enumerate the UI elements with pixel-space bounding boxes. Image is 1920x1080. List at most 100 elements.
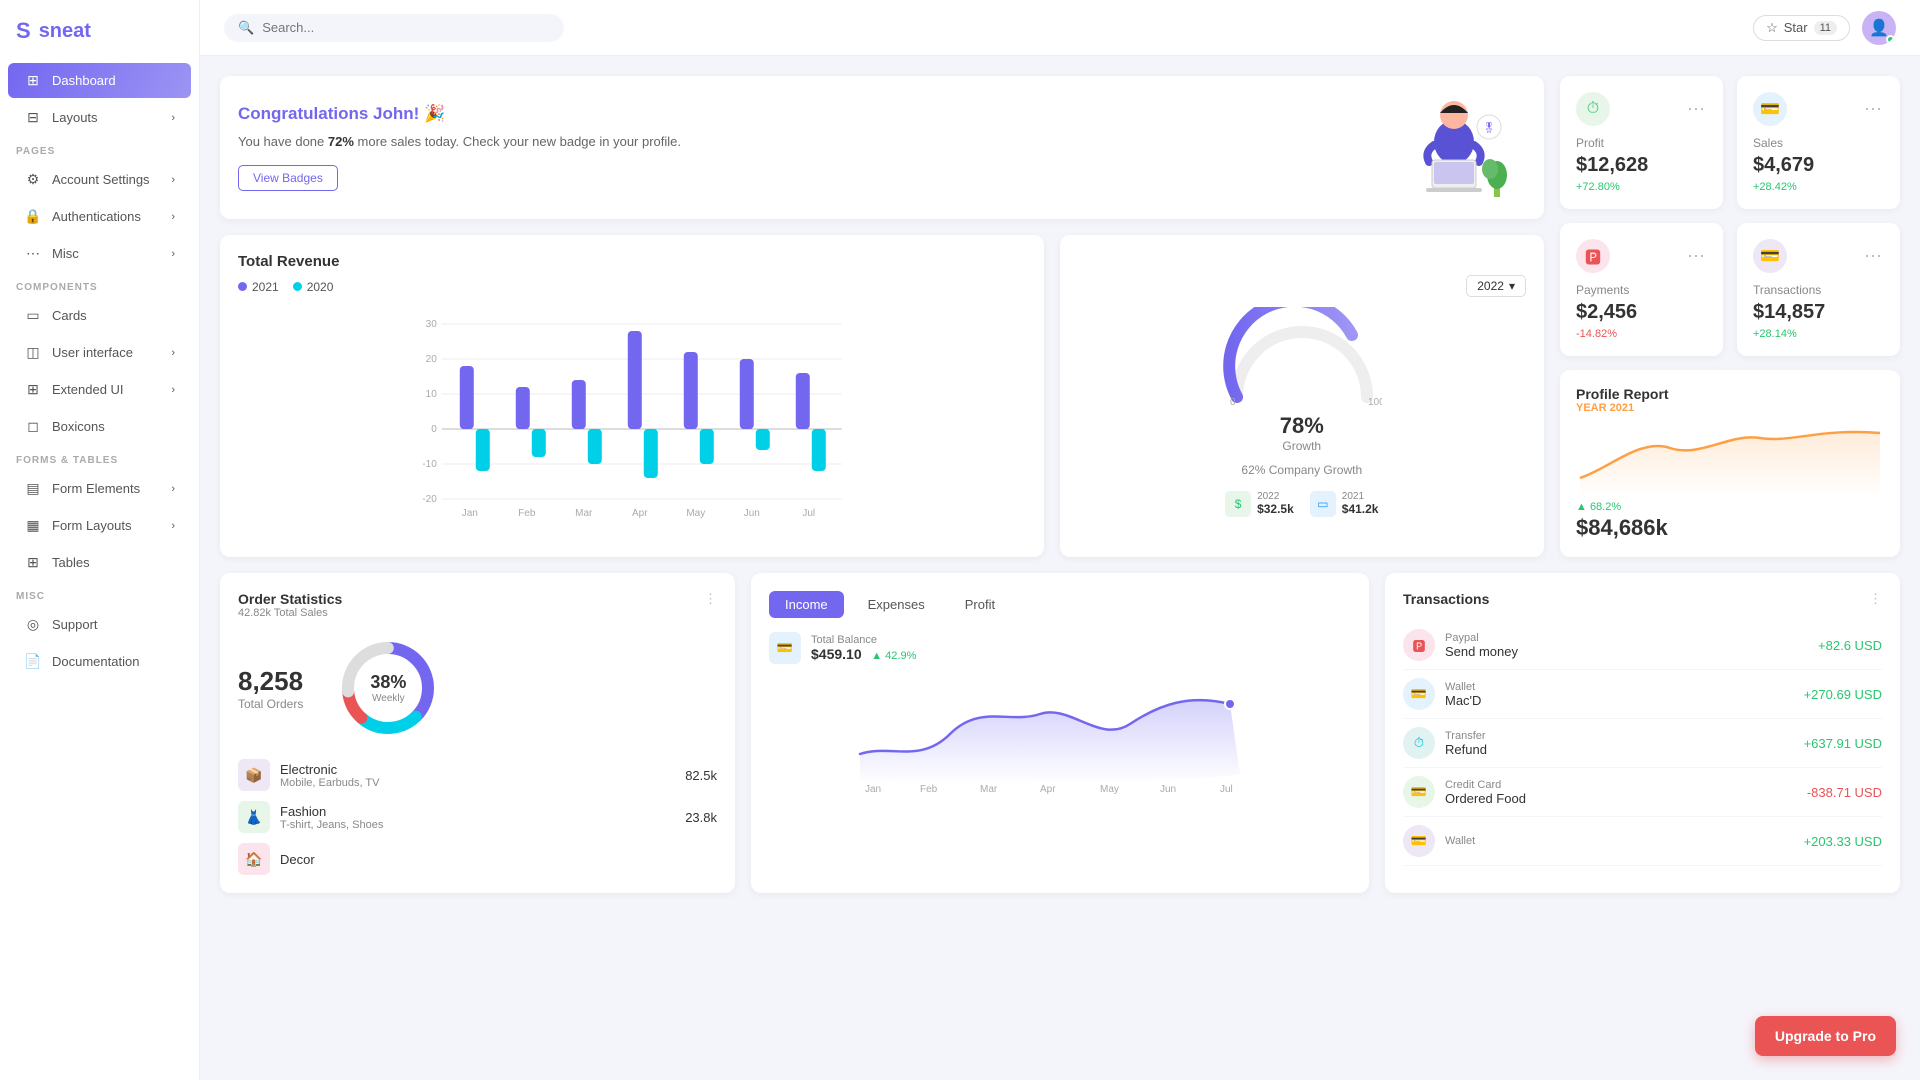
star-count: 11 <box>1814 21 1837 35</box>
sidebar-item-boxicons[interactable]: ◻ Boxicons <box>8 409 191 444</box>
year-2021-value: $41.2k <box>1342 502 1379 516</box>
congrats-banner: Congratulations John! 🎉 You have done 72… <box>220 76 1544 219</box>
tables-icon: ⊞ <box>24 554 42 571</box>
wallet-icon: 💳 <box>1403 678 1435 710</box>
sidebar-item-user-interface[interactable]: ◫ User interface › <box>8 335 191 370</box>
sidebar-item-label: Misc <box>52 246 79 261</box>
electronic-icon: 📦 <box>238 759 270 791</box>
fashion-icon: 👗 <box>238 801 270 833</box>
star-button[interactable]: ☆ Star 11 <box>1753 15 1850 41</box>
sidebar-item-label: Form Elements <box>52 481 140 496</box>
extended-ui-icon: ⊞ <box>24 381 42 398</box>
content-area: Congratulations John! 🎉 You have done 72… <box>200 56 1920 1080</box>
refund-name: Refund <box>1445 742 1487 757</box>
sidebar-item-support[interactable]: ◎ Support <box>8 607 191 642</box>
growth-card: 2022 ▾ 0 1 <box>1060 235 1544 558</box>
tab-income[interactable]: Income <box>769 591 844 618</box>
legend-2020-label: 2020 <box>307 280 334 294</box>
revenue-legend: 2021 2020 <box>238 280 1026 294</box>
tab-profit[interactable]: Profit <box>949 591 1011 618</box>
chevron-right-icon: › <box>171 211 175 223</box>
transactions-label: Transactions <box>1753 283 1884 297</box>
profit-value: $12,628 <box>1576 154 1707 177</box>
transfer-source: Transfer <box>1445 730 1487 742</box>
transfer-info: Transfer Refund <box>1445 730 1487 757</box>
fashion-sub: T-shirt, Jeans, Shoes <box>280 819 383 831</box>
year-selector[interactable]: 2022 ▾ <box>1466 275 1526 297</box>
transactions-menu[interactable]: ⋮ <box>1869 591 1882 607</box>
macd-name: Mac'D <box>1445 693 1481 708</box>
svg-text:Jan: Jan <box>462 508 478 519</box>
paypal-info: Paypal Send money <box>1445 632 1518 659</box>
auth-icon: 🔒 <box>24 208 42 225</box>
view-badges-button[interactable]: View Badges <box>238 165 338 191</box>
tab-expenses[interactable]: Expenses <box>852 591 941 618</box>
total-orders-label: Total Orders <box>238 697 303 711</box>
profit-menu-dots[interactable]: ⋯ <box>1687 99 1707 120</box>
sidebar-item-documentation[interactable]: 📄 Documentation <box>8 644 191 679</box>
online-status-dot <box>1886 35 1895 44</box>
electronic-info: Electronic Mobile, Earbuds, TV <box>280 762 379 789</box>
gauge-percent: 78% <box>1280 413 1324 439</box>
svg-text:Feb: Feb <box>920 784 938 794</box>
revenue-title: Total Revenue <box>238 253 1026 270</box>
header: 🔍 ☆ Star 11 👤 <box>200 0 1920 56</box>
balance-label: Total Balance <box>811 634 916 646</box>
order-total-row: 8,258 Total Orders <box>238 633 717 743</box>
logo-icon: S <box>16 18 31 44</box>
search-input[interactable] <box>262 20 550 35</box>
svg-text:10: 10 <box>426 389 438 400</box>
congrats-illustration: 🎖 <box>1384 76 1524 219</box>
svg-text:-20: -20 <box>422 494 437 505</box>
svg-text:🎖: 🎖 <box>1483 122 1496 134</box>
svg-text:0: 0 <box>1230 397 1236 407</box>
dashboard-icon: ⊞ <box>24 72 42 89</box>
chevron-down-icon: ▾ <box>1509 279 1515 293</box>
sidebar-item-label: Layouts <box>52 110 98 125</box>
sidebar-item-form-elements[interactable]: ▤ Form Elements › <box>8 471 191 506</box>
svg-text:Apr: Apr <box>1040 784 1056 794</box>
wallet2-info: Wallet <box>1445 835 1475 847</box>
transactions-icon: 💳 <box>1753 239 1787 273</box>
illustration-svg: 🎖 <box>1384 87 1524 207</box>
sales-menu-dots[interactable]: ⋯ <box>1864 99 1884 120</box>
sidebar-item-extended-ui[interactable]: ⊞ Extended UI › <box>8 372 191 407</box>
wallet-source: Wallet <box>1445 681 1481 693</box>
decor-icon: 🏠 <box>238 843 270 875</box>
search-box[interactable]: 🔍 <box>224 14 564 42</box>
user-avatar[interactable]: 👤 <box>1862 11 1896 45</box>
legend-2021: 2021 <box>238 280 279 294</box>
sidebar-item-form-layouts[interactable]: ▦ Form Layouts › <box>8 508 191 543</box>
donut-percent: 38% <box>370 672 406 693</box>
income-chart-svg: Jan Feb Mar Apr May Jun Jul <box>769 674 1351 794</box>
transactions-menu-dots[interactable]: ⋯ <box>1864 246 1884 267</box>
chevron-right-icon: › <box>171 248 175 260</box>
transactions-list-card: Transactions ⋮ 🅿 Paypal Send money +82.6… <box>1385 573 1900 893</box>
svg-text:Jun: Jun <box>1160 784 1176 794</box>
app-logo[interactable]: S sneat <box>0 0 199 62</box>
order-stats-menu[interactable]: ⋮ <box>704 591 717 607</box>
sidebar-item-account-settings[interactable]: ⚙ Account Settings › <box>8 162 191 197</box>
sidebar-item-misc[interactable]: ⋯ Misc › <box>8 236 191 271</box>
transactions-header: Transactions ⋮ <box>1403 591 1882 607</box>
fashion-info: Fashion T-shirt, Jeans, Shoes <box>280 804 383 831</box>
sidebar-item-cards[interactable]: ▭ Cards <box>8 298 191 333</box>
payments-menu-dots[interactable]: ⋯ <box>1687 246 1707 267</box>
total-orders-number: 8,258 <box>238 666 303 697</box>
paypal-icon: 🅿 <box>1403 629 1435 661</box>
payments-change: -14.82% <box>1576 328 1707 340</box>
chart-row: Total Revenue 2021 2020 <box>220 235 1544 558</box>
chevron-right-icon: › <box>171 347 175 359</box>
sidebar-item-dashboard[interactable]: ⊞ Dashboard <box>8 63 191 98</box>
account-settings-icon: ⚙ <box>24 171 42 188</box>
upgrade-pro-button[interactable]: Upgrade to Pro <box>1755 1016 1896 1056</box>
transactions-title: Transactions <box>1403 591 1489 607</box>
svg-text:0: 0 <box>431 424 437 435</box>
order-items-list: 📦 Electronic Mobile, Earbuds, TV 82.5k 👗… <box>238 759 717 875</box>
sidebar-item-authentications[interactable]: 🔒 Authentications › <box>8 199 191 234</box>
payments-icon: 🅿 <box>1576 239 1610 273</box>
gauge-label: Growth <box>1280 439 1324 453</box>
sidebar-item-layouts[interactable]: ⊟ Layouts › <box>8 100 191 135</box>
macd-amount: +270.69 USD <box>1804 687 1882 702</box>
sidebar-item-tables[interactable]: ⊞ Tables <box>8 545 191 580</box>
